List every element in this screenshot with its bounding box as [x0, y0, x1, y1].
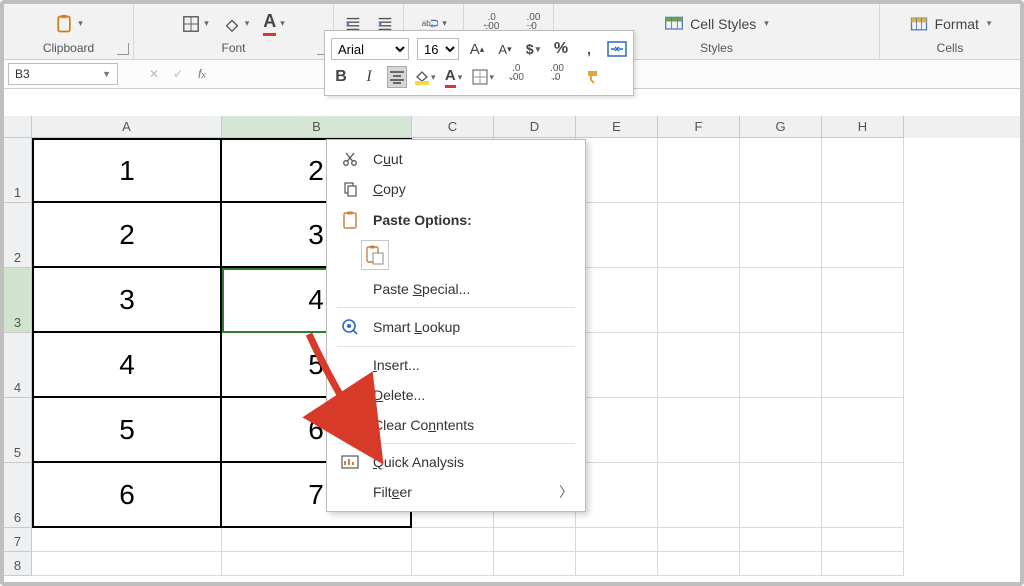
- cell-A5[interactable]: 5: [32, 398, 222, 463]
- ctx-paste-options: Paste Options:: [327, 204, 585, 236]
- row-header[interactable]: 7: [4, 528, 32, 552]
- cell-A1[interactable]: 1: [32, 138, 222, 203]
- ctx-label: Delete...: [373, 387, 425, 403]
- context-menu: Cuut Copy Paste Options: Paste Special..…: [326, 139, 586, 512]
- row-header[interactable]: 6: [4, 463, 32, 528]
- paste-icon[interactable]: ▾: [54, 14, 83, 34]
- accept-formula-icon: ✓: [166, 67, 190, 81]
- cell-A4[interactable]: 4: [32, 333, 222, 398]
- ctx-label: Paste Options:: [373, 212, 472, 228]
- ribbon-group-clipboard: ▾ Clipboard: [4, 4, 134, 59]
- font-name-select[interactable]: Arial: [331, 38, 409, 60]
- col-header-F[interactable]: F: [658, 116, 740, 138]
- format-painter-icon[interactable]: [584, 66, 604, 88]
- row-header[interactable]: 8: [4, 552, 32, 576]
- quick-analysis-icon: [339, 454, 361, 470]
- ribbon-group-cells: Format▾ Cells: [880, 4, 1020, 59]
- ctx-label: Clear Conntents: [373, 417, 474, 433]
- ctx-cut[interactable]: Cuut: [327, 144, 585, 174]
- ribbon-group-font: ▾ ▾ A▾ Font: [134, 4, 334, 59]
- col-header-A[interactable]: A: [32, 116, 222, 138]
- ctx-label: Quick Analysis: [373, 454, 464, 470]
- ctx-copy[interactable]: Copy: [327, 174, 585, 204]
- clipboard-icon: [339, 211, 361, 229]
- row-header[interactable]: 4: [4, 333, 32, 398]
- fill-color-icon[interactable]: ▾: [223, 15, 250, 33]
- cancel-formula-icon: ✕: [142, 67, 166, 81]
- col-header-C[interactable]: C: [412, 116, 494, 138]
- ribbon-group-label: Cells: [937, 41, 964, 57]
- select-all-corner[interactable]: [4, 116, 32, 138]
- font-color-icon[interactable]: A▾: [263, 11, 285, 36]
- ctx-label: Smart Lookup: [373, 319, 460, 335]
- name-box-value: B3: [15, 67, 30, 81]
- row-7: 7: [4, 528, 1020, 552]
- font-size-select[interactable]: 16: [417, 38, 459, 60]
- increase-decimal-button[interactable]: ←.0.00: [502, 66, 522, 88]
- ctx-label: Filteer: [373, 484, 412, 500]
- scissors-icon: [339, 151, 361, 167]
- ribbon-group-label: Styles: [700, 41, 733, 57]
- col-header-B[interactable]: B: [222, 116, 412, 138]
- col-header-D[interactable]: D: [494, 116, 576, 138]
- fill-color-button[interactable]: ▾: [415, 66, 436, 88]
- ctx-delete[interactable]: Delete...: [327, 380, 585, 410]
- col-header-E[interactable]: E: [576, 116, 658, 138]
- borders-button[interactable]: ▾: [472, 66, 495, 88]
- svg-text:ab: ab: [422, 18, 431, 27]
- shrink-font-icon[interactable]: A▾: [495, 38, 515, 60]
- ctx-smart-lookup[interactable]: Smart Lookup: [327, 311, 585, 343]
- smart-lookup-icon: [339, 318, 361, 336]
- ctx-filter[interactable]: Filteer 〉: [327, 477, 585, 507]
- increase-decimal-icon[interactable]: ←.0.00: [482, 18, 493, 30]
- decrease-decimal-button[interactable]: →.00.0: [544, 66, 564, 88]
- paste-option-default[interactable]: [361, 240, 389, 270]
- ctx-paste-special[interactable]: Paste Special...: [327, 274, 585, 304]
- mini-toolbar: Arial 16 A▴ A▾ $▾ % , B I ▾ A▾ ▾ ←.0.00 …: [324, 30, 634, 96]
- ctx-label: Insert...: [373, 357, 420, 373]
- dialog-launcher-icon[interactable]: [117, 43, 129, 55]
- currency-icon[interactable]: $▾: [523, 38, 543, 60]
- row-header[interactable]: 1: [4, 138, 32, 203]
- cell-styles-label[interactable]: Cell Styles: [690, 16, 756, 32]
- ctx-quick-analysis[interactable]: Quick Analysis: [327, 447, 585, 477]
- borders-icon[interactable]: ▾: [182, 15, 209, 33]
- submenu-arrow-icon: 〉: [559, 482, 573, 502]
- ctx-label: Cuut: [373, 151, 403, 167]
- merge-center-icon[interactable]: [607, 38, 627, 60]
- fx-icon[interactable]: fx: [198, 67, 206, 81]
- cell-A2[interactable]: 2: [32, 203, 222, 268]
- cell-styles-icon[interactable]: [664, 14, 684, 34]
- row-header[interactable]: 3: [4, 268, 32, 333]
- ctx-label: Copy: [373, 181, 406, 197]
- row-header[interactable]: 2: [4, 203, 32, 268]
- cell-A3[interactable]: 3: [32, 268, 222, 333]
- format-icon[interactable]: [909, 14, 929, 34]
- bold-button[interactable]: B: [331, 66, 351, 88]
- align-center-button[interactable]: [387, 66, 407, 88]
- italic-button[interactable]: I: [359, 66, 379, 88]
- row-8: 8: [4, 552, 1020, 576]
- format-label[interactable]: Format: [935, 16, 979, 32]
- ctx-clear-contents[interactable]: Clear Conntents: [327, 410, 585, 440]
- percent-icon[interactable]: %: [551, 38, 571, 60]
- font-color-button[interactable]: A▾: [444, 66, 464, 88]
- grow-font-icon[interactable]: A▴: [467, 38, 487, 60]
- column-headers: A B C D E F G H: [4, 116, 1020, 138]
- ctx-label: Paste Special...: [373, 281, 470, 297]
- row-header[interactable]: 5: [4, 398, 32, 463]
- decrease-decimal-icon[interactable]: →.00.0: [525, 18, 536, 30]
- copy-icon: [339, 181, 361, 197]
- ribbon-group-label: Font: [221, 41, 245, 57]
- ctx-insert[interactable]: Insert...: [327, 350, 585, 380]
- col-header-H[interactable]: H: [822, 116, 904, 138]
- name-box[interactable]: B3 ▼: [8, 63, 118, 85]
- col-header-G[interactable]: G: [740, 116, 822, 138]
- comma-style-icon[interactable]: ,: [579, 38, 599, 60]
- cell-A6[interactable]: 6: [32, 463, 222, 528]
- chevron-down-icon[interactable]: ▼: [102, 69, 111, 79]
- ribbon-group-label: Clipboard: [43, 41, 94, 57]
